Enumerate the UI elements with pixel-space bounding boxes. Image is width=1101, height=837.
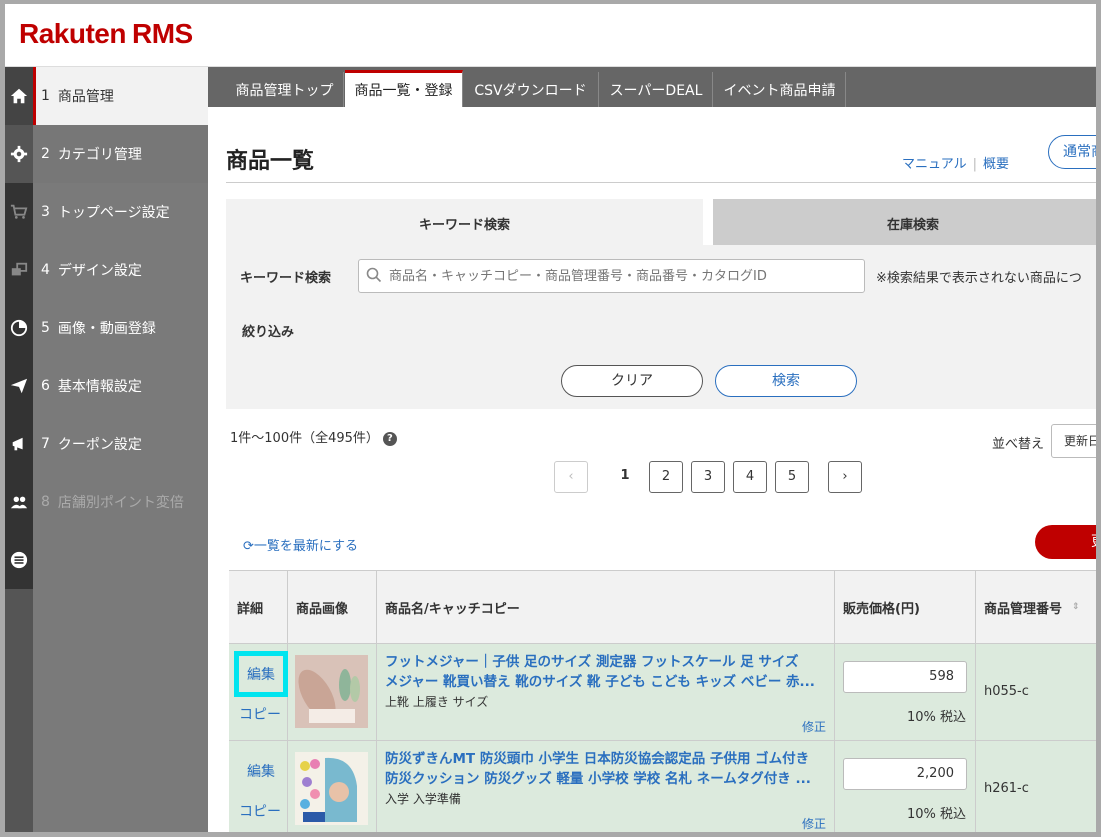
next-page-button[interactable]: › [828,461,862,493]
search-icon [366,267,382,283]
edit-link-wrap[interactable]: 編集 [234,748,288,794]
refresh-list-link[interactable]: ⟳一覧を最新にする [243,535,358,554]
tab-product-list[interactable]: 商品一覧・登録 [345,70,463,107]
header-detail: 詳細 [229,571,288,643]
edit-link-highlight[interactable]: 編集 [234,651,288,697]
tax-label: 10% 税込 [907,807,967,822]
icon-rail [5,67,33,832]
name-cell: フットメジャー｜子供 足のサイズ 測定器 フットスケール 足 サイズ メジャー 靴… [377,644,835,740]
sidebar: 1 商品管理 2 カテゴリ管理 3 トップページ設定 4 デザイン設定 5 画像・動画登録… [33,67,208,832]
help-icon[interactable]: ? [382,432,397,446]
name-cell: 防災ずきんMT 防災頭巾 小学生 日本防災協会認定品 子供用 ゴム付き 防災クッシ… [377,741,835,832]
mgmt-no: h055-c [984,684,1029,699]
price-input[interactable]: 598 [843,661,967,693]
page-3[interactable]: 3 [691,461,725,493]
sort-arrows-icon: ⇕ [1072,602,1080,612]
megaphone-icon[interactable] [5,415,33,473]
price-cell: 598 10% 税込 [835,644,976,740]
sidebar-item-image-video[interactable]: 5 画像・動画登録 [33,299,208,357]
image-cell [288,644,377,740]
search-area: キーワード検索 在庫検索 キーワード検索 ※検索結果で表示されない商品につ 絞り… [208,107,1096,832]
refresh-icon: ⟳ [243,539,254,554]
page-1[interactable]: 1 [608,461,642,493]
edit-link[interactable]: 編集 [247,664,275,684]
tab-keyword-search[interactable]: キーワード検索 [226,199,703,247]
filter-label: 絞り込み [242,325,295,340]
copy-link[interactable]: コピー [239,704,281,724]
header-price: 販売価格(円) [835,571,976,643]
sidebar-item-basic-info[interactable]: 6 基本情報設定 [33,357,208,415]
sidebar-item-top-page-settings[interactable]: 3 トップページ設定 [33,183,208,241]
table-row: 編集 コピー 防災ずきんMT 防災頭巾 小学生 日本防災協会認定品 子供用 ゴム… [229,741,1096,832]
list-icon[interactable] [5,531,33,589]
design-icon[interactable] [5,241,33,299]
top-tab-bar: 商品管理トップ 商品一覧・登録 CSVダウンロード スーパーDEAL イベント商… [208,67,1096,107]
sort-select[interactable]: 更新日 [1051,424,1096,458]
search-button[interactable]: 検索 [715,365,857,397]
home-icon[interactable] [5,67,33,125]
sidebar-item-category-management[interactable]: 2 カテゴリ管理 [33,125,208,183]
sidebar-item-product-management[interactable]: 1 商品管理 [33,67,208,125]
product-thumbnail[interactable] [295,752,368,825]
gear-icon[interactable] [5,125,33,183]
detail-cell: 編集 コピー [229,644,288,740]
tab-csv-download[interactable]: CSVダウンロード [463,72,599,107]
copy-link[interactable]: コピー [239,801,281,821]
search-note: ※検索結果で表示されない商品につ [876,271,1082,286]
mgmt-no-cell: h261-c [976,741,1096,832]
sidebar-item-design-settings[interactable]: 4 デザイン設定 [33,241,208,299]
pie-chart-icon[interactable] [5,299,33,357]
page-5[interactable]: 5 [775,461,809,493]
tab-super-deal[interactable]: スーパーDEAL [600,72,713,107]
paper-plane-icon[interactable] [5,357,33,415]
sidebar-item-coupon[interactable]: 7 クーポン設定 [33,415,208,473]
catch-copy: 入学 入学準備 [385,792,461,806]
cart-icon[interactable] [5,183,33,241]
header-mgmt-no[interactable]: 商品管理番号 ⇕ [976,571,1096,643]
table-row: 編集 コピー フットメジャー｜子供 足のサイズ 測定器 フットスケール 足 サイ… [229,644,1096,741]
edit-link[interactable]: 編集 [247,761,275,781]
table-header: 詳細 商品画像 商品名/キャッチコピー 販売価格(円) 商品管理番号 ⇕ [229,570,1096,644]
price-cell: 2,200 10% 税込 [835,741,976,832]
app-header: Rakuten RMS [5,4,1096,67]
result-count: 1件～100件（全495件）? [230,427,397,446]
tab-event-application[interactable]: イベント商品申請 [714,72,846,107]
fix-link[interactable]: 修正 [802,815,826,832]
image-cell [288,741,377,832]
page-4[interactable]: 4 [733,461,767,493]
mgmt-no: h261-c [984,781,1029,796]
page-2[interactable]: 2 [649,461,683,493]
keyword-search-input[interactable] [358,259,865,293]
price-input[interactable]: 2,200 [843,758,967,790]
sort-label: 並べ替え [992,437,1045,452]
product-name-link[interactable]: 防災ずきんMT 防災頭巾 小学生 日本防災協会認定品 子供用 ゴム付き 防災クッシ… [385,749,825,789]
rakuten-rms-logo[interactable]: Rakuten RMS [19,18,193,50]
sidebar-item-store-points: 8 店舗別ポイント変倍 [41,494,184,511]
tab-stock-search[interactable]: 在庫検索 [713,199,1096,247]
tax-label: 10% 税込 [907,710,967,725]
header-name: 商品名/キャッチコピー [377,571,835,643]
users-icon[interactable] [5,473,33,531]
detail-cell: 編集 コピー [229,741,288,832]
app-window: Rakuten RMS 1 商品管理 2カテゴリ管理 3 トップページ設定 4 … [0,0,1101,837]
header-image: 商品画像 [288,571,377,643]
prev-page-button[interactable]: ‹ [554,461,588,493]
clear-button[interactable]: クリア [561,365,703,397]
product-thumbnail[interactable] [295,655,368,728]
update-button[interactable]: 更 [1035,525,1096,559]
mgmt-no-cell: h055-c [976,644,1096,740]
catch-copy: 上靴 上履き サイズ [385,695,489,709]
tab-product-top[interactable]: 商品管理トップ [226,72,344,107]
product-name-link[interactable]: フットメジャー｜子供 足のサイズ 測定器 フットスケール 足 サイズ メジャー 靴… [385,652,825,692]
keyword-label: キーワード検索 [240,271,332,286]
fix-link[interactable]: 修正 [802,718,826,735]
